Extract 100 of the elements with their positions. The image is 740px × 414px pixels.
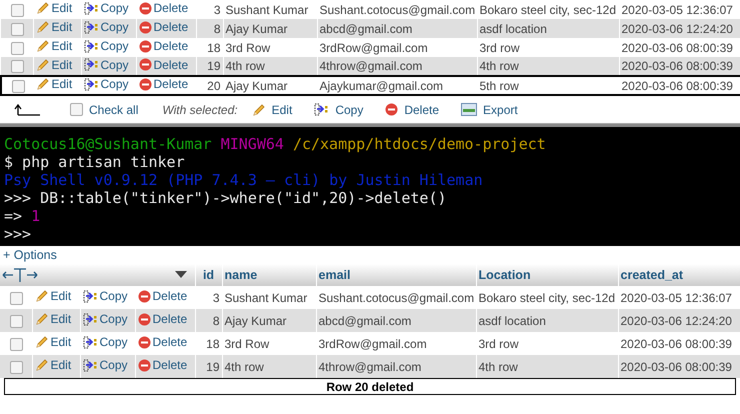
delete-link[interactable]: Delete: [138, 39, 188, 54]
name-cell: Ajay Kumar: [223, 19, 317, 38]
id-cell: 8: [196, 19, 223, 38]
with-selected-label: With selected:: [162, 102, 238, 118]
name-cell: Ajay Kumar: [222, 309, 316, 332]
checkbox[interactable]: [11, 60, 24, 74]
email-cell: 3rdRow@gmail.com: [317, 38, 477, 57]
location-cell: asdf location: [476, 309, 618, 332]
copy-link[interactable]: Copy: [84, 1, 129, 16]
terminal-text: =>: [4, 207, 22, 225]
email-cell: Ajaykumar@gmail.com: [317, 76, 477, 95]
email-cell: Sushant.cotocus@gmail.com: [316, 286, 476, 309]
delete-link[interactable]: Delete: [138, 335, 188, 350]
pencil-icon: [36, 1, 50, 15]
name-cell: Sushant Kumar: [222, 286, 316, 309]
name-cell: Ajay Kumar: [223, 76, 317, 95]
copy-icon: [82, 336, 98, 349]
delete-button[interactable]: Delete: [385, 100, 440, 118]
id-cell: 19: [195, 355, 222, 378]
check-all-link[interactable]: Check all: [89, 100, 138, 118]
pencil-icon: [36, 20, 50, 34]
delete-icon: [138, 336, 150, 349]
email-cell: 4throw@gmail.com: [317, 57, 477, 76]
arrow-icon: [14, 104, 40, 116]
pencil-icon: [252, 102, 266, 116]
terminal-text: MINGW64: [220, 135, 284, 153]
location-cell: 4th row: [476, 355, 618, 378]
id-cell: 18: [195, 332, 222, 355]
id-cell: 18: [196, 38, 223, 57]
copy-icon: [314, 103, 330, 116]
copy-icon: [84, 2, 98, 15]
edit-link[interactable]: Edit: [36, 1, 72, 15]
copy-icon: [82, 358, 98, 372]
delete-icon: [138, 358, 150, 372]
pencil-icon: [34, 312, 48, 326]
date-cell: 2020-03-06 12:24:20: [619, 19, 740, 38]
id-cell: 8: [195, 309, 222, 332]
terminal-text: Cotocus16@Sushant-Kumar: [4, 135, 212, 153]
export-button[interactable]: Export: [461, 100, 518, 118]
email-cell: 4throw@gmail.com: [316, 355, 476, 378]
copy-icon: [84, 40, 98, 53]
checkbox[interactable]: [11, 42, 24, 55]
pencil-icon: [34, 335, 48, 349]
column-header[interactable]: id: [195, 264, 222, 286]
pencil-icon: [36, 58, 50, 72]
column-header[interactable]: created_at: [618, 264, 740, 286]
date-cell: 2020-03-06 08:00:39: [618, 355, 740, 378]
email-cell: abcd@gmail.com: [317, 19, 477, 38]
id-cell: 20: [196, 76, 223, 95]
checkbox[interactable]: [10, 360, 23, 374]
name-cell: 4th row: [222, 355, 316, 378]
id-cell: 3: [195, 286, 222, 309]
email-cell: 3rdRow@gmail.com: [316, 332, 476, 355]
edit-link[interactable]: Edit: [34, 289, 72, 303]
terminal-text: >>>: [4, 225, 32, 243]
date-cell: 2020-03-06 08:00:39: [619, 38, 740, 57]
date-cell: 2020-03-06 08:00:39: [619, 76, 740, 95]
pencil-icon: [34, 289, 48, 303]
checkbox[interactable]: [10, 338, 23, 351]
edit-link[interactable]: Edit: [36, 39, 72, 53]
location-cell: 3rd row: [477, 38, 619, 57]
name-cell: 3rd Row: [222, 332, 316, 355]
date-cell: 2020-03-05 12:36:07: [618, 286, 740, 309]
location-cell: 5th row: [477, 76, 619, 95]
id-cell: 19: [196, 57, 223, 76]
checkbox[interactable]: [12, 80, 25, 93]
caption-text: Row 20 deleted: [326, 380, 414, 394]
copy-icon: [84, 78, 98, 91]
checkbox[interactable]: [11, 22, 24, 36]
copy-link[interactable]: Copy: [82, 289, 128, 304]
date-cell: 2020-03-06 08:00:39: [619, 57, 740, 76]
edit-link[interactable]: Edit: [34, 335, 72, 349]
name-cell: 3rd Row: [223, 38, 317, 57]
column-header[interactable]: Location: [476, 264, 618, 286]
options-link[interactable]: + Options: [0, 247, 57, 264]
checkbox[interactable]: [10, 292, 23, 305]
terminal-text: 1: [31, 207, 40, 225]
column-header[interactable]: email: [316, 264, 476, 286]
copy-link[interactable]: Copy: [82, 335, 128, 350]
export-icon: [461, 103, 478, 116]
pencil-icon: [34, 358, 48, 372]
dropdown-caret-icon[interactable]: [174, 271, 186, 279]
copy-icon: [82, 312, 98, 326]
pencil-icon: [36, 78, 50, 91]
copy-icon: [82, 290, 98, 303]
location-cell: 4th row: [477, 57, 619, 76]
copy-link[interactable]: Copy: [84, 39, 129, 54]
checkbox[interactable]: [70, 103, 83, 116]
location-cell: asdf location: [477, 19, 619, 38]
location-cell: 3rd row: [476, 332, 618, 355]
column-header[interactable]: name: [222, 264, 316, 286]
column-arrows-icon[interactable]: [2, 267, 38, 283]
edit-button[interactable]: Edit: [252, 100, 292, 118]
delete-link[interactable]: Delete: [138, 289, 188, 304]
checkbox[interactable]: [10, 314, 23, 328]
date-cell: 2020-03-06 08:00:39: [618, 332, 740, 355]
checkbox[interactable]: [11, 4, 24, 17]
copy-icon: [84, 20, 98, 34]
delete-link[interactable]: Delete: [138, 1, 188, 16]
copy-button[interactable]: Copy: [314, 100, 364, 118]
